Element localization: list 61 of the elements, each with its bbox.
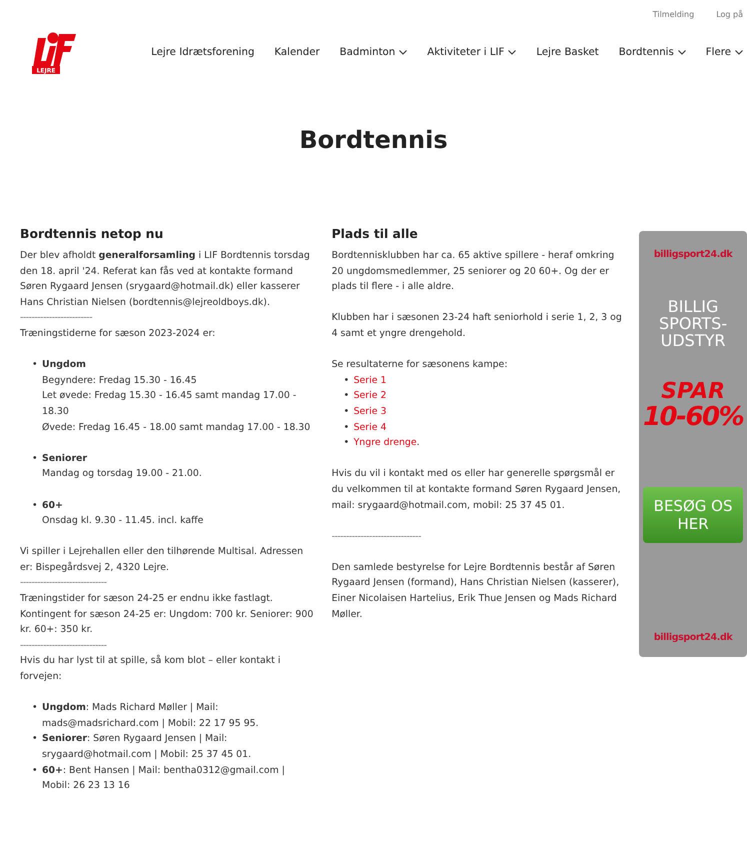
group-name: 60+ xyxy=(42,498,64,512)
bullet: • xyxy=(32,452,39,466)
schedule-line: Mandag og torsdag 19.00 - 21.00. xyxy=(42,467,202,482)
paragraph: Klubben har i sæsonen 23-24 haft seniorhold i serie 1, 2, 3 og 4 samt et yngre drengehold. xyxy=(332,311,623,341)
dashed-separator: ------------------------------ xyxy=(20,638,108,653)
contact-item: Ungdom: Mads Richard Møller | Mail: mads@madsrichard.com | Mobil: 22 17 95 95. xyxy=(42,701,260,731)
schedule-line: Begyndere: Fredag 15.30 - 16.45 xyxy=(42,374,198,388)
paragraph: Hvis du vil i kontakt med os eller har generelle spørgsmål er du velkommen til at kontakte formand Søren Rygaard Jensen, mail: srygaard@hotmail.com, mobil: 25 37 45 01. xyxy=(332,466,622,512)
dashed-separator: ------------------------- xyxy=(20,311,94,326)
nav-item[interactable]: Flere xyxy=(706,46,743,58)
bullet: • xyxy=(32,732,39,746)
bullet: • xyxy=(344,404,350,419)
top-link[interactable]: Log på xyxy=(716,10,743,24)
paragraph: Vi spiller i Lejrehallen eller den tilhørende Multisal. Adressen er: Bispegårdsvej 2, 4320 Lejre. xyxy=(20,545,304,575)
nav-item[interactable]: Badminton xyxy=(340,46,408,58)
bullet: • xyxy=(344,389,350,404)
dashed-separator: ------------------------------ xyxy=(20,576,108,590)
nav-item[interactable]: Lejre Idrætsforening xyxy=(151,46,254,58)
schedule-line: Let øvede: Fredag 15.30 - 16.45 samt mandag 17.00 - 18.30 xyxy=(42,389,298,419)
paragraph: Bordtennisklubben har ca. 65 aktive spillere - heraf omkring 20 ungdomsmedlemmer, 25 seniorer og 20 60+. Og der er plads til flere - i alle aldre. xyxy=(332,249,616,294)
bullet: • xyxy=(344,374,350,388)
ad-brand: billigsport24.dk xyxy=(654,632,732,643)
section-heading: Bordtennis netop nu xyxy=(20,226,164,242)
visit-button[interactable]: BESØG OS HER xyxy=(643,487,744,543)
paragraph: Se resultaterne for sæsonens kampe: xyxy=(332,358,508,372)
bullet: • xyxy=(32,764,39,778)
bullet: • xyxy=(344,420,350,435)
nav-item[interactable]: Bordtennis xyxy=(618,46,686,58)
ad-discount: 10-60% xyxy=(642,403,744,431)
group-name: Ungdom xyxy=(42,358,87,372)
ad-offer: SPAR xyxy=(661,381,726,403)
schedule-line: Øvede: Fredag 16.45 - 18.00 samt mandag 17.00 - 18.30 xyxy=(42,420,312,435)
top-link[interactable]: Tilmelding xyxy=(652,10,694,24)
schedule-line: Onsdag kl. 9.30 - 11.45. incl. kaffe xyxy=(42,514,204,528)
results-link[interactable]: Serie 2 xyxy=(354,388,386,404)
group-name: Seniorer xyxy=(42,452,88,466)
ad-brand: billigsport24.dk xyxy=(654,249,732,260)
contact-item: 60+: Bent Hansen | Mail: bentha0312@gmail.com | Mobil: 26 23 13 16 xyxy=(42,764,286,794)
results-link[interactable]: Yngre drenge xyxy=(354,435,417,451)
results-link[interactable]: Serie 1 xyxy=(354,372,386,388)
paragraph: Træningstiderne for sæson 2023-2024 er: xyxy=(20,326,216,341)
nav-item[interactable]: Lejre Basket xyxy=(536,46,599,58)
paragraph: Den samlede bestyrelse for Lejre Bordtennis består af Søren Rygaard Jensen (formand), Hans Christian Nielsen (kasserer), Einer Nicolaisen Hartelius, Erik Thue Jensen og Mads Richard Møller. xyxy=(332,560,620,622)
contact-item: Seniorer: Søren Rygaard Jensen | Mail: srygaard@hotmail.com | Mobil: 25 37 45 01. xyxy=(42,732,252,762)
paragraph: Der blev afholdt generalforsamling i LIF Bordtennis torsdag den 18. april '24. Referat kan fås ved at kontakte formand Søren Rygaard Jensen (srygaard@hotmail.dk) eller kasserer Hans Christian Nielsen (bordtennis@lejreoldboys.dk). xyxy=(20,249,311,310)
results-link[interactable]: Serie 3 xyxy=(354,404,386,420)
ad-tagline: BILLIG SPORTS-UDSTYR xyxy=(658,298,728,349)
dashed-separator: ------------------------------- xyxy=(332,530,422,544)
paragraph: Træningstider for sæson 24-25 er endnu ikke fastlagt. Kontingent for sæson 24-25 er: Ungdom: 700 kr. Seniorer: 900 kr. 60+: 350 kr. xyxy=(20,592,314,638)
paragraph: Hvis du har lyst til at spille, så kom blot – eller kontakt i forvejen: xyxy=(20,654,282,684)
nav-item[interactable]: Aktiviteter i LIF xyxy=(427,46,516,58)
ad-banner[interactable]: billigsport24.dk BILLIG SPORTS-UDSTYR SPAR 10-60% BESØG OS HER billigsport24.dk xyxy=(639,231,747,657)
page-title: Bordtennis xyxy=(298,126,449,156)
results-link[interactable]: Serie 4 xyxy=(354,420,386,436)
nav-item[interactable]: Kalender xyxy=(274,46,320,58)
period-text: . xyxy=(416,436,420,450)
bullet: • xyxy=(32,701,39,716)
bullet: • xyxy=(32,358,39,372)
bullet: • xyxy=(344,436,350,450)
section-heading: Plads til alle xyxy=(332,226,419,242)
bullet: • xyxy=(32,498,39,512)
